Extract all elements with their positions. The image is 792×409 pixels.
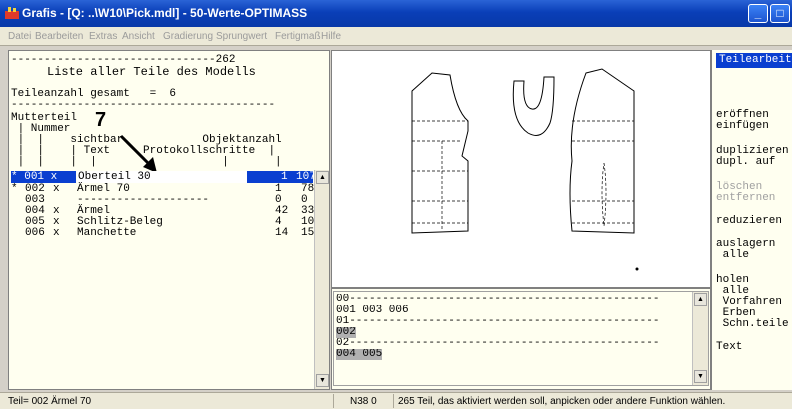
menu-bearbeiten[interactable]: Bearbeiten [35, 31, 83, 42]
status-bar: Teil= 002 Ärmel 70 N38 0 265 Teil, das a… [0, 392, 792, 409]
hierarchy-line[interactable]: 02--------------------------------------… [336, 338, 690, 349]
pattern-drawing-icon [411, 68, 639, 271]
row-vis: x [53, 227, 60, 239]
menu-extras[interactable]: Extras [89, 31, 117, 42]
maximize-button[interactable]: □ [770, 4, 790, 23]
pattern-drawing-canvas[interactable] [331, 50, 711, 288]
hierarchy-line[interactable]: 00--------------------------------------… [336, 294, 690, 305]
menu-datei[interactable]: Datei [8, 31, 31, 42]
table-row[interactable]: 006 x Manchette 14 15 [11, 228, 315, 239]
hierarchy-line[interactable]: 004 005 [336, 349, 690, 360]
row-obj: 1 [281, 171, 288, 183]
parts-list-panel: -------------------------------262 Liste… [8, 50, 330, 390]
divider: ---------------------------------------- [11, 99, 276, 111]
table-row-selected[interactable]: * 001 x 1 107 [11, 171, 316, 183]
row-steps: 15 [301, 227, 315, 239]
menu-hilfe[interactable]: Hilfe [321, 31, 341, 42]
window-title: Grafis - [Q: ..\W10\Pick.mdl] - 50-Werte… [22, 6, 308, 20]
scroll-down-icon[interactable]: ▼ [316, 374, 329, 387]
function-item[interactable]: Schn.teile [716, 319, 789, 330]
function-item[interactable]: einfügen [716, 121, 769, 132]
minimize-button[interactable]: _ [748, 4, 768, 23]
annotation-number: 7 [95, 109, 107, 131]
row-mark [11, 228, 18, 239]
menu-bar: Datei Bearbeiten Extras Ansicht Gradieru… [0, 27, 792, 46]
menu-sprungwert[interactable]: Sprungwert [216, 31, 267, 42]
part-hierarchy-list: ▲ ▼ 00----------------------------------… [331, 288, 711, 390]
scroll-up-icon[interactable]: ▲ [316, 171, 329, 184]
function-item[interactable]: Text [716, 342, 742, 353]
status-coord: N38 0 [350, 396, 377, 407]
function-item[interactable]: alle [716, 250, 749, 261]
hierarchy-line[interactable]: 01--------------------------------------… [336, 316, 690, 327]
title-bar: Grafis - [Q: ..\W10\Pick.mdl] - 50-Werte… [0, 0, 792, 27]
hierarchy-scrollbar[interactable]: ▲ ▼ [692, 292, 708, 385]
row-num: 006 [25, 227, 45, 239]
row-obj: 14 [275, 227, 289, 239]
row-text: Manchette [77, 227, 137, 239]
function-item: entfernen [716, 192, 776, 204]
function-item[interactable]: reduzieren [716, 216, 782, 227]
row-steps: 107 [296, 171, 316, 183]
list-heading: Liste aller Teile des Modells [11, 65, 256, 79]
status-part: Teil= 002 Ärmel 70 [8, 396, 92, 407]
menu-fertigmass[interactable]: Fertigmaß [275, 31, 321, 42]
hierarchy-line[interactable]: 002 [336, 327, 690, 338]
hierarchy-line[interactable]: 001 003 006 [336, 305, 690, 316]
menu-ansicht[interactable]: Ansicht [122, 31, 155, 42]
parts-list-scrollbar[interactable]: ▲ ▼ [314, 170, 329, 389]
function-menu-panel: Teilearbeiten eröffneneinfügendupliziere… [711, 50, 792, 390]
part-name-edit-field[interactable] [77, 171, 247, 183]
status-message: 265 Teil, das aktiviert werden soll, anp… [398, 396, 726, 407]
scroll-down-icon[interactable]: ▼ [694, 370, 707, 383]
menu-gradierung[interactable]: Gradierung [163, 31, 213, 42]
panel-title: Teilearbeiten [716, 53, 792, 68]
app-icon [5, 7, 19, 19]
function-item[interactable]: dupl. auf [716, 157, 775, 168]
annotation-arrow-icon [119, 134, 157, 173]
scroll-up-icon[interactable]: ▲ [694, 293, 707, 306]
